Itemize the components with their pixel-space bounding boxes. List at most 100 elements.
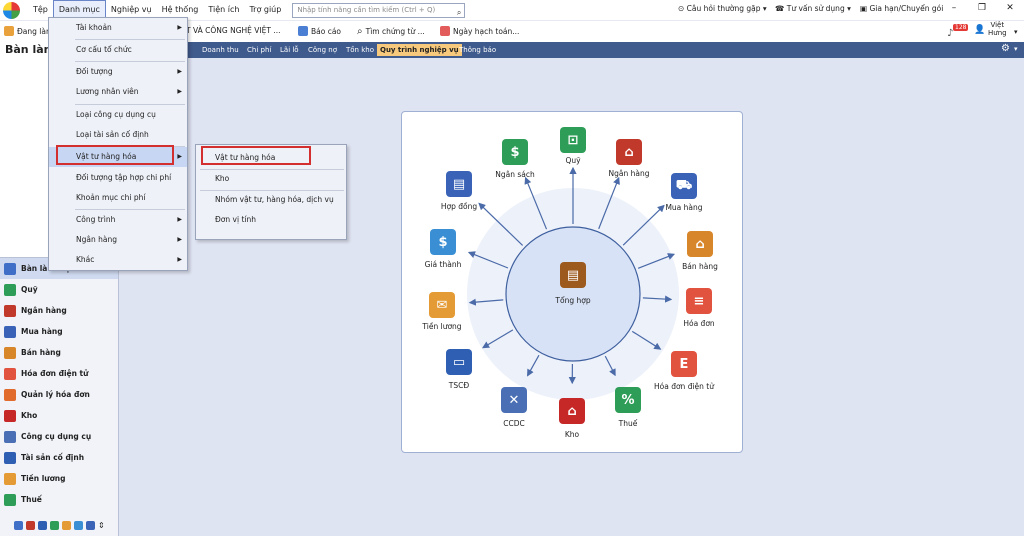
diagram-node-label[interactable]: Ngân sách: [480, 170, 550, 179]
diagram-node-label[interactable]: Bán hàng: [665, 262, 735, 271]
diagram-node-label[interactable]: TSCĐ: [424, 381, 494, 390]
working-button[interactable]: Đang làm: [4, 26, 53, 36]
nav-item-fixed-assets[interactable]: Tài sản cố định: [0, 447, 118, 468]
tab-inventory[interactable]: Tồn kho: [343, 44, 377, 56]
nav-label: Kho: [21, 411, 38, 420]
settings-dropdown-icon[interactable]: ▾: [1014, 45, 1018, 53]
settings-gear-icon[interactable]: ⚙: [1001, 43, 1010, 54]
diagram-node-label[interactable]: Mua hàng: [649, 203, 719, 212]
tab-debt[interactable]: Công nợ: [305, 44, 340, 56]
nav-item-bank[interactable]: Ngân hàng: [0, 300, 118, 321]
payroll-icon[interactable]: ✉: [429, 292, 455, 318]
maximize-button[interactable]: ❐: [968, 0, 996, 16]
find-voucher-button[interactable]: ⌕ Tìm chứng từ ...: [357, 26, 425, 37]
desktop-icon[interactable]: [14, 520, 23, 530]
advisor-link[interactable]: ☎ Tư vấn sử dụng ▾: [775, 4, 851, 13]
tools-icon[interactable]: ✕: [501, 387, 527, 413]
center-circle: [505, 226, 641, 362]
menu-item-cost-objects[interactable]: Đối tượng tập hợp chi phí: [49, 168, 187, 188]
menu-item-organization[interactable]: Cơ cấu tổ chức: [49, 40, 187, 60]
tab-notifications[interactable]: Thông báo: [456, 44, 499, 56]
tab-business-process[interactable]: Quy trình nghiệp vụ: [377, 44, 462, 56]
company-selector[interactable]: T VÀ CÔNG NGHỆ VIỆT ...: [186, 26, 280, 35]
more-icon[interactable]: ⇕: [98, 521, 105, 530]
menu-help[interactable]: Trợ giúp: [244, 0, 286, 20]
bank-icon[interactable]: [26, 520, 35, 530]
budget-icon[interactable]: $: [502, 139, 528, 165]
chevron-right-icon: ▶: [177, 256, 182, 263]
search-input[interactable]: Nhập tính năng cần tìm kiếm (Ctrl + Q) ⌕: [292, 2, 466, 19]
search-icon[interactable]: ⌕: [457, 6, 461, 19]
notification-button[interactable]: ♪ 128: [947, 24, 969, 39]
calculator-icon[interactable]: $: [430, 229, 456, 255]
nav-item-tax[interactable]: Thuế: [0, 489, 118, 510]
tab-profit-loss[interactable]: Lãi lỗ: [277, 44, 302, 56]
diagram-node-label[interactable]: Tiền lương: [407, 322, 477, 331]
warehouse-icon[interactable]: ⌂: [559, 398, 585, 424]
e-invoice-icon[interactable]: E: [671, 351, 697, 377]
minimize-button[interactable]: –: [940, 0, 968, 16]
tax-icon[interactable]: %: [615, 387, 641, 413]
chevron-right-icon: ▶: [177, 216, 182, 223]
nav-item-cash[interactable]: Quỹ: [0, 279, 118, 300]
cash-icon[interactable]: [50, 520, 59, 530]
diagram-node-label[interactable]: Kho: [537, 430, 607, 439]
group-icon[interactable]: [74, 520, 83, 530]
safe-icon[interactable]: ⊡: [560, 127, 586, 153]
diagram-node-label[interactable]: Thuế: [593, 419, 663, 428]
menu-item-employee-salary[interactable]: Lương nhân viên ▶: [49, 82, 187, 102]
diagram-node-label[interactable]: Hóa đơn: [664, 319, 734, 328]
diagram-node-label[interactable]: Hợp đồng: [424, 202, 494, 211]
book-icon[interactable]: ▤: [560, 262, 586, 288]
help-icon: ⊙: [678, 4, 687, 13]
bank-icon[interactable]: ⌂: [616, 139, 642, 165]
menu-item-cost-items[interactable]: Khoản mục chi phí: [49, 188, 187, 208]
menu-item-objects[interactable]: Đối tượng ▶: [49, 62, 187, 82]
close-button[interactable]: ✕: [996, 0, 1024, 16]
invoice-icon: [4, 388, 16, 401]
store-icon[interactable]: ⌂: [687, 231, 713, 257]
nav-item-payroll[interactable]: Tiền lương: [0, 468, 118, 489]
diagram-node-label[interactable]: Ngân hàng: [594, 169, 664, 178]
tab-revenue[interactable]: Doanh thu: [199, 44, 242, 56]
menu-utilities[interactable]: Tiện ích: [203, 0, 244, 20]
user-dropdown-icon[interactable]: ▾: [1014, 28, 1018, 36]
user-name[interactable]: Việt Hưng: [988, 21, 1007, 37]
posting-date-button[interactable]: Ngày hạch toán...: [440, 26, 519, 36]
menu-item-tool-types[interactable]: Loại công cụ dụng cụ: [49, 105, 187, 125]
e-invoice-icon: [4, 367, 16, 380]
submenu-item-units[interactable]: Đơn vị tính: [196, 210, 346, 230]
faq-link[interactable]: ⊙ Câu hỏi thường gặp ▾: [678, 4, 767, 13]
submenu-item-warehouse[interactable]: Kho: [196, 169, 346, 189]
notification-badge: 128: [953, 24, 969, 31]
center-label[interactable]: Tổng hợp: [538, 296, 608, 305]
diagram-node-label[interactable]: Quỹ: [538, 156, 608, 165]
diagram-node-label[interactable]: Giá thành: [408, 260, 478, 269]
menu-item-other[interactable]: Khác ▶: [49, 250, 187, 270]
menu-item-projects[interactable]: Công trình ▶: [49, 210, 187, 230]
user-avatar-icon[interactable]: 👤: [974, 25, 985, 35]
nav-item-purchase[interactable]: Mua hàng: [0, 321, 118, 342]
menu-item-accounts[interactable]: Tài khoản ▶: [49, 18, 187, 38]
car-icon[interactable]: ▭: [446, 349, 472, 375]
contract-icon[interactable]: ▤: [446, 171, 472, 197]
diagram-node-label[interactable]: Hóa đơn điện tử: [649, 382, 719, 391]
menu-item-asset-types[interactable]: Loại tài sản cố định: [49, 125, 187, 145]
nav-item-e-invoice[interactable]: Hóa đơn điện tử: [0, 363, 118, 384]
cart-icon[interactable]: ⛟: [671, 173, 697, 199]
tab-expense[interactable]: Chi phí: [244, 44, 274, 56]
menu-item-banks[interactable]: Ngân hàng ▶: [49, 230, 187, 250]
diagram-node-label[interactable]: CCDC: [479, 419, 549, 428]
submenu-item-goods-groups[interactable]: Nhóm vật tư, hàng hóa, dịch vụ: [196, 190, 346, 210]
nav-item-sales[interactable]: Bán hàng: [0, 342, 118, 363]
nav-item-tools[interactable]: Công cụ dụng cụ: [0, 426, 118, 447]
nav-item-warehouse[interactable]: Kho: [0, 405, 118, 426]
menu-item-label: Công trình: [76, 215, 116, 224]
renew-link[interactable]: ▣ Gia hạn/Chuyển gói: [860, 4, 943, 13]
user-icon[interactable]: [62, 520, 71, 530]
nav-item-invoice-management[interactable]: Quản lý hóa đơn: [0, 384, 118, 405]
invoice-icon[interactable]: ≡: [686, 288, 712, 314]
car-icon[interactable]: [86, 520, 95, 530]
report-button[interactable]: Báo cáo: [298, 26, 341, 36]
report-icon[interactable]: [38, 520, 47, 530]
